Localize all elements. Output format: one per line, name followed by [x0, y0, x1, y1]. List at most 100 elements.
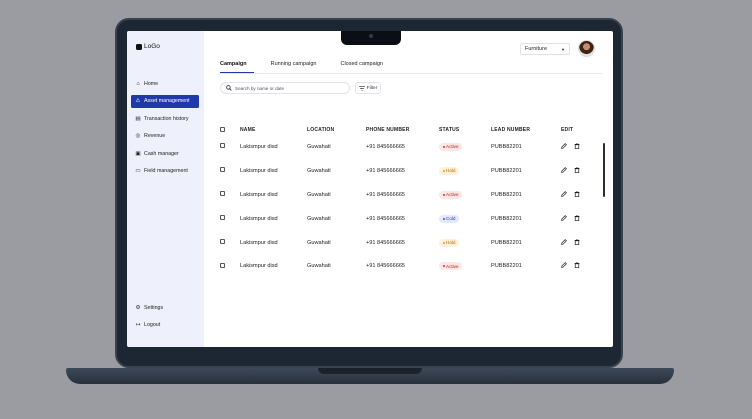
table-scrollbar[interactable] [603, 143, 605, 197]
pencil-icon[interactable] [561, 143, 567, 151]
name-cell: Lakismpur disd [240, 239, 278, 246]
camera-icon [369, 34, 373, 38]
row-select-cell [220, 159, 240, 183]
main-content: Furniture ▼ Campaign Running campaign Clos… [204, 31, 613, 347]
sidebar: LoGo ⌂ Home ⚠ Asset management ▤ Transaction … [127, 31, 204, 347]
category-select[interactable]: Furniture ▼ [520, 43, 570, 55]
edit-actions [561, 262, 591, 270]
status-cell: Active [439, 135, 491, 159]
sidebar-item-cash-manager[interactable]: ▣ Cash manager [131, 147, 199, 160]
row-checkbox[interactable] [220, 167, 225, 173]
laptop-lid: LoGo ⌂ Home ⚠ Asset management ▤ Transaction … [115, 18, 623, 368]
table-row: Lakismpur disd Guwahati +91 845666665 Cold P… [220, 207, 591, 231]
laptop-groove [318, 368, 422, 374]
status-label: Cold [446, 216, 456, 222]
row-checkbox[interactable] [220, 143, 225, 149]
row-checkbox[interactable] [220, 262, 225, 268]
sidebar-item-label: Logout [144, 322, 161, 328]
logo-text: LoGo [144, 43, 160, 50]
edit-cell [561, 183, 591, 207]
trash-icon[interactable] [574, 238, 580, 247]
search-box[interactable] [220, 82, 350, 94]
laptop-base [66, 368, 674, 384]
col-name: NAME [240, 127, 256, 133]
status-badge: Cold [439, 214, 459, 223]
phone-cell: +91 845666665 [366, 239, 406, 246]
table-row: Lakismpur disd Guwahati +91 845666665 Hold P… [220, 231, 591, 255]
status-cell: Active [439, 183, 491, 207]
name-cell: Lakismpur disd [240, 143, 278, 150]
status-badge: Active [439, 190, 463, 199]
tab-divider [220, 73, 602, 74]
status-label: Active [446, 263, 459, 269]
status-dot-icon [442, 241, 445, 244]
row-checkbox[interactable] [220, 215, 225, 221]
status-cell: Hold [439, 159, 491, 183]
sidebar-item-label: Home [144, 80, 159, 87]
trash-icon[interactable] [574, 166, 580, 175]
trash-icon[interactable] [574, 262, 580, 270]
name-cell: Lakismpur disd [240, 215, 278, 222]
pencil-icon[interactable] [561, 262, 567, 270]
location-cell: Guwahati [307, 167, 331, 174]
avatar[interactable] [578, 40, 595, 57]
sidebar-item-asset-management[interactable]: ⚠ Asset management [131, 94, 199, 108]
col-location: LOCATION [307, 127, 335, 133]
col-lead-number: LEAD NUMBER [491, 127, 531, 133]
sidebar-item-logout[interactable]: ↦ Logout [131, 319, 199, 332]
sidebar-item-revenue[interactable]: ◎ Revenue [131, 130, 199, 143]
sidebar-item-transaction-history[interactable]: ▤ Transaction history [131, 112, 199, 125]
sidebar-item-label: Cash manager [144, 150, 179, 157]
lead-number-cell: PUBB82201 [491, 215, 522, 222]
trash-icon[interactable] [574, 190, 580, 199]
trash-icon[interactable] [574, 143, 580, 151]
pencil-icon[interactable] [561, 190, 567, 199]
edit-actions [561, 214, 591, 223]
status-dot-icon [442, 217, 445, 220]
row-select-cell [220, 207, 240, 231]
table-body: Lakismpur disd Guwahati +91 845666665 Activ… [220, 135, 591, 278]
edit-cell [561, 207, 591, 231]
select-all-checkbox[interactable] [220, 126, 225, 132]
trash-icon[interactable] [574, 214, 580, 223]
phone-cell: +91 845666665 [366, 191, 406, 198]
edit-cell [561, 135, 591, 159]
row-checkbox[interactable] [220, 191, 225, 197]
row-select-cell [220, 183, 240, 207]
pencil-icon[interactable] [561, 238, 567, 247]
table-header-row: NAME LOCATION PHONE NUMBER STATUS LEAD N… [220, 125, 591, 135]
location-cell: Guwahati [307, 143, 331, 150]
status-label: Active [446, 192, 459, 198]
search-input[interactable] [235, 85, 345, 91]
col-phone: PHONE NUMBER [366, 127, 410, 133]
pencil-icon[interactable] [561, 166, 567, 175]
row-checkbox[interactable] [220, 239, 225, 244]
name-cell: Lakismpur disd [240, 167, 278, 174]
status-label: Active [446, 144, 459, 150]
name-cell: Lakismpur disd [240, 191, 278, 198]
sidebar-item-label: Revenue [144, 133, 166, 139]
sidebar-bottom-nav: ⚙ Settings ↦ Logout [131, 301, 199, 336]
filter-button[interactable]: Filter [355, 82, 381, 94]
pencil-icon[interactable] [561, 214, 567, 223]
edit-actions [561, 166, 591, 175]
sidebar-item-field-management[interactable]: ▭ Field management [131, 165, 199, 178]
tab-running-campaign[interactable]: Running campaign [264, 59, 324, 73]
tab-campaign[interactable]: Campaign [220, 59, 254, 73]
tab-bar: Campaign Running campaign Closed campaign [220, 59, 390, 73]
lead-number-cell: PUBB82201 [491, 239, 522, 246]
sidebar-item-settings[interactable]: ⚙ Settings [131, 301, 199, 314]
edit-cell [561, 159, 591, 183]
status-badge: Active [439, 262, 463, 271]
edit-cell [561, 231, 591, 255]
location-cell: Guwahati [307, 263, 331, 270]
table-row: Lakismpur disd Guwahati +91 845666665 Hold P… [220, 159, 591, 183]
receipt-icon: ▤ [135, 115, 141, 122]
status-badge: Hold [439, 238, 459, 247]
location-cell: Guwahati [307, 239, 331, 246]
edit-actions [561, 190, 591, 199]
home-icon: ⌂ [136, 80, 140, 87]
sidebar-item-home[interactable]: ⌂ Home [131, 77, 199, 90]
tab-closed-campaign[interactable]: Closed campaign [333, 59, 390, 73]
phone-cell: +91 845666665 [366, 143, 406, 150]
